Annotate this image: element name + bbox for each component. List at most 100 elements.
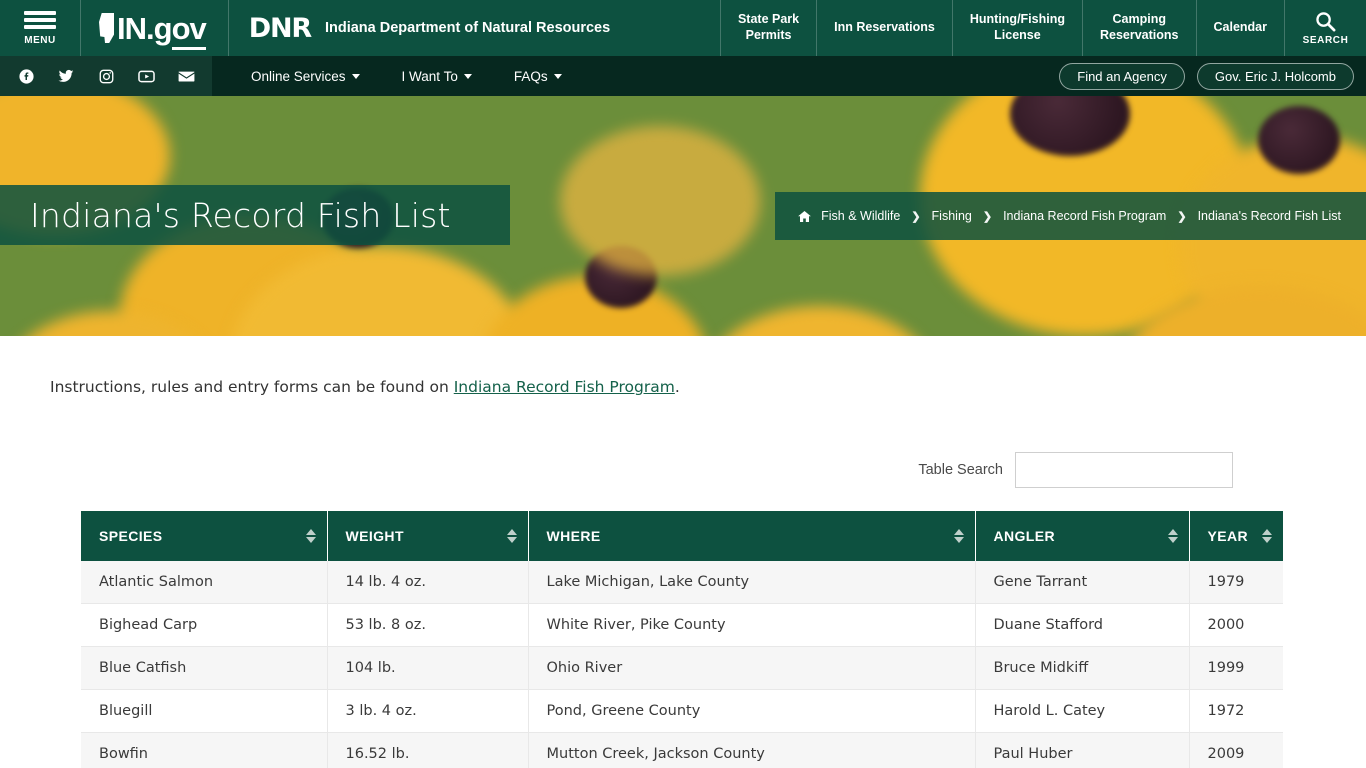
instagram-icon[interactable] <box>86 56 126 96</box>
cell-weight: 14 lb. 4 oz. <box>327 561 529 604</box>
column-header-species-label: SPECIES <box>99 528 163 544</box>
search-button[interactable]: SEARCH <box>1284 0 1366 56</box>
primary-nav-links: State Park Permits Inn Reservations Hunt… <box>719 0 1366 56</box>
subnav-actions: Find an Agency Gov. Eric J. Holcomb <box>1059 62 1366 90</box>
chevron-down-icon-3 <box>553 73 562 79</box>
breadcrumb-item-fishing[interactable]: Fishing <box>923 209 981 223</box>
twitter-icon[interactable] <box>46 56 86 96</box>
table-row: Bighead Carp 53 lb. 8 oz. White River, Pik… <box>81 603 1283 647</box>
sort-icon-where[interactable] <box>953 529 964 543</box>
table-body: Atlantic Salmon 14 lb. 4 oz. Lake Michigan… <box>81 561 1283 768</box>
column-header-species[interactable]: SPECIES <box>81 511 328 561</box>
hamburger-icon-bar3 <box>24 24 56 29</box>
table-search-label: Table Search <box>918 462 1003 478</box>
nav-item-inn-reservations[interactable]: Inn Reservations <box>816 0 952 56</box>
email-icon[interactable] <box>166 56 206 96</box>
subnav-item-i-want-to[interactable]: I Want To <box>381 69 493 84</box>
subnav-item-online-services[interactable]: Online Services <box>230 69 381 84</box>
find-an-agency-button[interactable]: Find an Agency <box>1059 62 1185 90</box>
secondary-navigation-bar: Online Services I Want To FAQs Find an A… <box>0 56 1366 96</box>
cell-angler: Bruce Midkiff <box>975 646 1190 690</box>
nav-item-camping-reservations[interactable]: Camping Reservations <box>1081 0 1196 56</box>
cell-year: 2009 <box>1189 732 1283 768</box>
breadcrumb-item-current: Indiana's Record Fish List <box>1197 209 1341 223</box>
column-header-year-label: YEAR <box>1207 528 1248 544</box>
column-header-angler-label: ANGLER <box>993 528 1056 544</box>
table-row: Blue Catfish 104 lb. Ohio River Bruce Midki… <box>81 646 1283 690</box>
chevron-right-icon: ❯ <box>911 210 921 223</box>
breadcrumb-item-fish-wildlife[interactable]: Fish & Wildlife <box>812 209 909 223</box>
table-row: Atlantic Salmon 14 lb. 4 oz. Lake Michigan… <box>81 561 1283 604</box>
cell-species: Bluegill <box>81 689 328 733</box>
youtube-icon[interactable] <box>126 56 166 96</box>
cell-where: Pond, Greene County <box>528 689 976 733</box>
cell-angler: Harold L. Catey <box>975 689 1190 733</box>
sort-icon-species[interactable] <box>305 529 316 543</box>
governor-button[interactable]: Gov. Eric J. Holcomb <box>1196 62 1354 90</box>
page-title: Indiana's Record Fish List <box>30 195 451 235</box>
menu-label: MENU <box>24 34 56 46</box>
intro-text-after: . <box>674 378 680 396</box>
column-header-weight[interactable]: WEIGHT <box>327 511 529 561</box>
cell-year: 2000 <box>1189 603 1283 647</box>
table-header-row: SPECIES WEIGHT WHERE ANGLER YEAR <box>81 511 1283 561</box>
hero-title-banner: Indiana's Record Fish List <box>0 185 510 245</box>
chevron-down-icon <box>351 73 360 79</box>
nav-item-state-park-permits[interactable]: State Park Permits <box>719 0 816 56</box>
chevron-right-icon-3: ❯ <box>1177 210 1187 223</box>
cell-angler: Duane Stafford <box>975 603 1190 647</box>
facebook-icon[interactable] <box>6 56 46 96</box>
sort-icon-angler[interactable] <box>1167 529 1178 543</box>
subnav-menu: Online Services I Want To FAQs <box>230 69 583 84</box>
ingov-logo: IN.gov <box>99 10 207 50</box>
cell-species: Bowfin <box>81 732 328 768</box>
subnav-item-i-want-to-label: I Want To <box>401 68 458 84</box>
sort-icon-weight[interactable] <box>506 529 517 543</box>
subnav-item-faqs-label: FAQs <box>513 68 548 84</box>
hamburger-icon-bar2 <box>24 17 56 22</box>
intro-text-before: Instructions, rules and entry forms can … <box>50 378 454 396</box>
table-row: Bluegill 3 lb. 4 oz. Pond, Greene County Ha… <box>81 689 1283 733</box>
nav-item-calendar[interactable]: Calendar <box>1195 0 1285 56</box>
hero-banner: Indiana's Record Fish List Fish & Wildli… <box>0 96 1366 336</box>
cell-where: Lake Michigan, Lake County <box>528 561 976 604</box>
column-header-where-label: WHERE <box>546 528 601 544</box>
record-fish-table: SPECIES WEIGHT WHERE ANGLER YEAR Atlanti… <box>81 511 1283 768</box>
cell-species: Bighead Carp <box>81 603 328 647</box>
column-header-weight-label: WEIGHT <box>345 528 404 544</box>
dnr-logo-link[interactable]: DNR Indiana Department of Natural Resour… <box>229 0 630 56</box>
cell-angler: Gene Tarrant <box>975 561 1190 604</box>
cell-year: 1972 <box>1189 689 1283 733</box>
sort-icon-year[interactable] <box>1262 529 1272 543</box>
search-label: SEARCH <box>1302 35 1349 46</box>
cell-weight: 16.52 lb. <box>327 732 529 768</box>
column-header-angler[interactable]: ANGLER <box>975 511 1190 561</box>
cell-species: Atlantic Salmon <box>81 561 328 604</box>
subnav-item-online-services-label: Online Services <box>251 68 346 84</box>
hamburger-icon <box>24 10 56 15</box>
intro-paragraph: Instructions, rules and entry forms can … <box>50 378 1316 396</box>
dnr-agency-title: Indiana Department of Natural Resources <box>324 20 611 36</box>
chevron-down-icon-2 <box>463 73 472 79</box>
nav-item-hunting-fishing-license[interactable]: Hunting/Fishing License <box>951 0 1082 56</box>
column-header-year[interactable]: YEAR <box>1189 511 1283 561</box>
dnr-logo: DNR <box>248 12 312 44</box>
search-icon <box>1316 12 1336 32</box>
cell-where: Mutton Creek, Jackson County <box>528 732 976 768</box>
main-navigation-bar: MENU IN.gov DNR Indiana Department of Na… <box>0 0 1366 56</box>
cell-where: Ohio River <box>528 646 976 690</box>
indiana-state-icon <box>99 13 114 43</box>
record-fish-program-link[interactable]: Indiana Record Fish Program <box>454 378 675 396</box>
breadcrumb: Fish & Wildlife ❯ Fishing ❯ Indiana Reco… <box>775 192 1366 240</box>
main-content: Instructions, rules and entry forms can … <box>0 378 1366 768</box>
table-search-input[interactable] <box>1015 452 1233 488</box>
ingov-logo-link[interactable]: IN.gov <box>81 0 228 56</box>
cell-species: Blue Catfish <box>81 646 328 690</box>
cell-angler: Paul Huber <box>975 732 1190 768</box>
cell-year: 1979 <box>1189 561 1283 604</box>
column-header-where[interactable]: WHERE <box>528 511 976 561</box>
home-icon[interactable] <box>797 209 812 224</box>
subnav-item-faqs[interactable]: FAQs <box>493 69 583 84</box>
breadcrumb-item-record-fish-program[interactable]: Indiana Record Fish Program <box>994 209 1175 223</box>
menu-button[interactable]: MENU <box>0 0 80 56</box>
